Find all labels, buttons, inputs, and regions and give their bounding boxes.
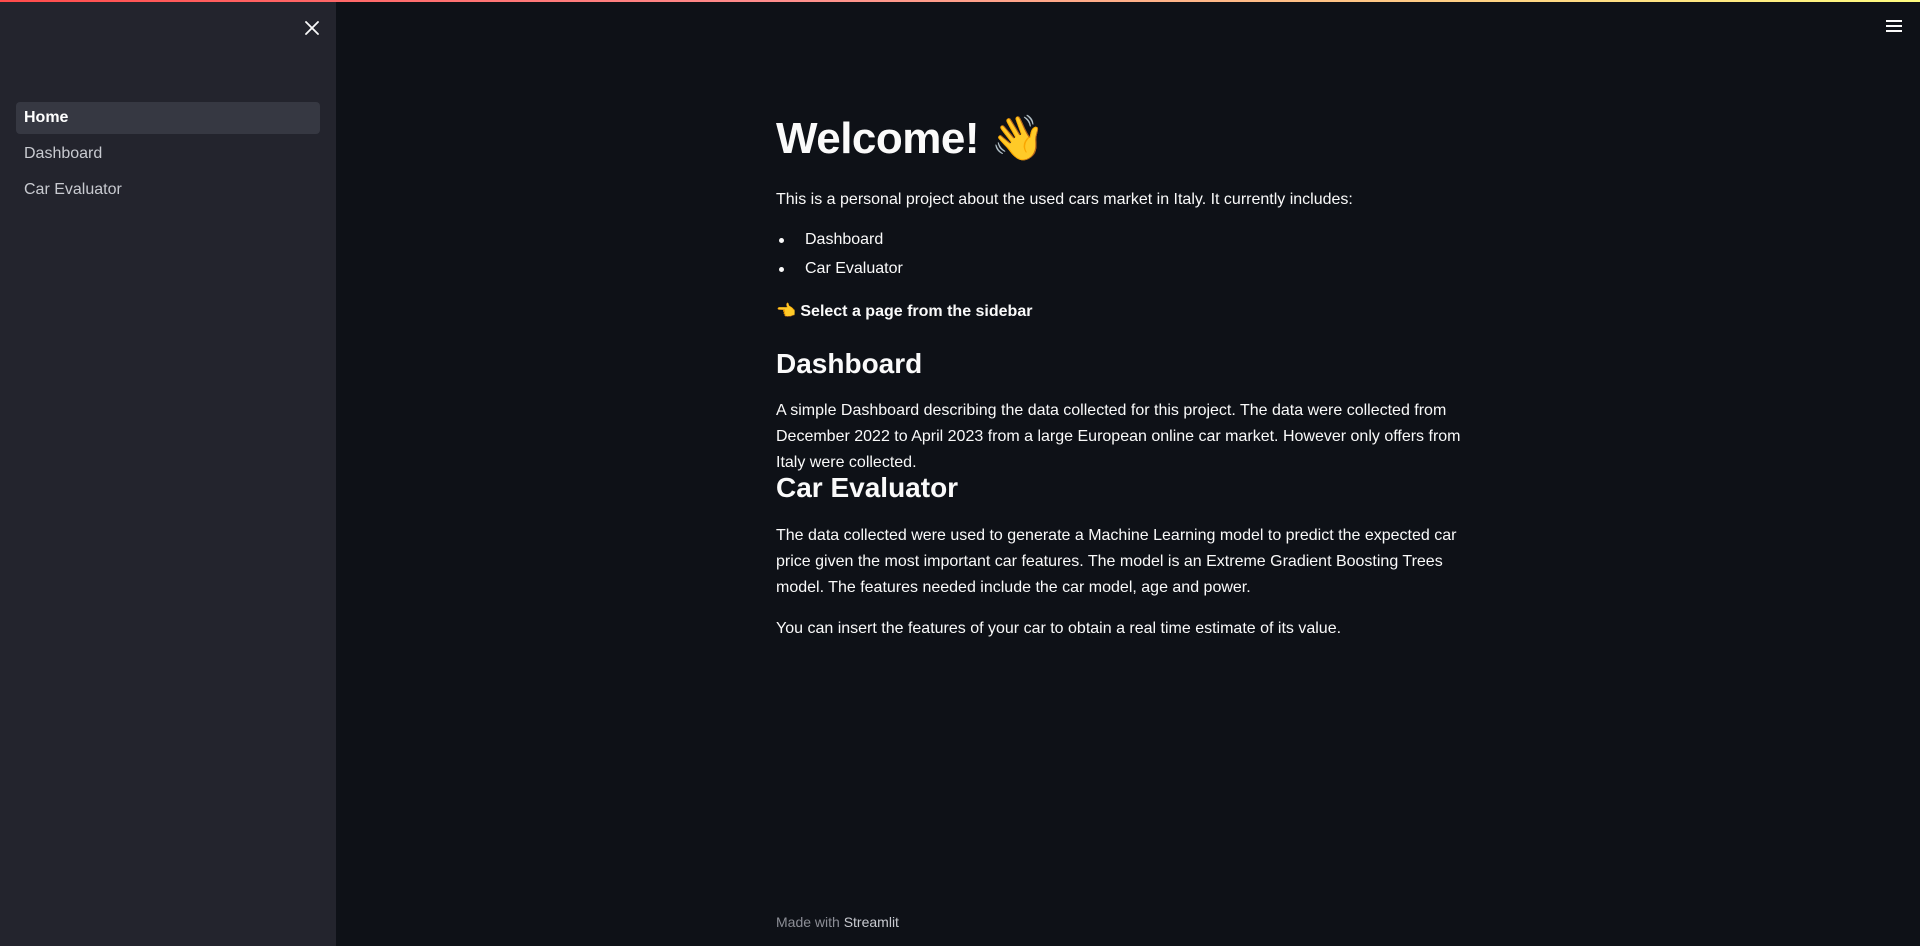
- main-menu-button[interactable]: [1886, 16, 1906, 36]
- page-title: Welcome! 👋: [776, 114, 1046, 163]
- sidebar-nav: Home Dashboard Car Evaluator: [16, 102, 320, 210]
- sidebar-item-label: Car Evaluator: [24, 181, 122, 198]
- sidebar-item-dashboard[interactable]: Dashboard: [16, 138, 320, 170]
- list-item: Dashboard: [776, 228, 903, 257]
- dashboard-description: A simple Dashboard describing the data c…: [776, 402, 1461, 471]
- dashboard-heading: Dashboard: [776, 348, 923, 379]
- car-evaluator-note: You can insert the features of your car …: [776, 620, 1342, 637]
- sidebar-item-car-evaluator[interactable]: Car Evaluator: [16, 174, 320, 206]
- car-evaluator-description: The data collected were used to generate…: [776, 527, 1457, 596]
- select-page-hint: 👈 Select a page from the sidebar: [776, 303, 1033, 320]
- header-decoration-bar: [0, 0, 1920, 2]
- close-icon: [305, 21, 319, 35]
- feature-list: Dashboard Car Evaluator: [776, 228, 903, 286]
- sidebar-item-label: Dashboard: [24, 145, 103, 162]
- sidebar-item-home[interactable]: Home: [16, 102, 320, 134]
- hamburger-line: [1886, 25, 1902, 27]
- close-sidebar-button[interactable]: [302, 18, 322, 38]
- hamburger-menu-icon: [1886, 20, 1902, 22]
- sidebar: Home Dashboard Car Evaluator: [0, 0, 336, 946]
- hamburger-line: [1886, 30, 1902, 32]
- sidebar-item-label: Home: [24, 109, 69, 126]
- list-item: Car Evaluator: [776, 257, 903, 286]
- car-evaluator-heading: Car Evaluator: [776, 472, 959, 503]
- intro-text: This is a personal project about the use…: [776, 191, 1353, 208]
- footer: Made with Streamlit: [776, 914, 899, 930]
- streamlit-link[interactable]: Streamlit: [844, 914, 899, 930]
- footer-prefix: Made with: [776, 914, 840, 930]
